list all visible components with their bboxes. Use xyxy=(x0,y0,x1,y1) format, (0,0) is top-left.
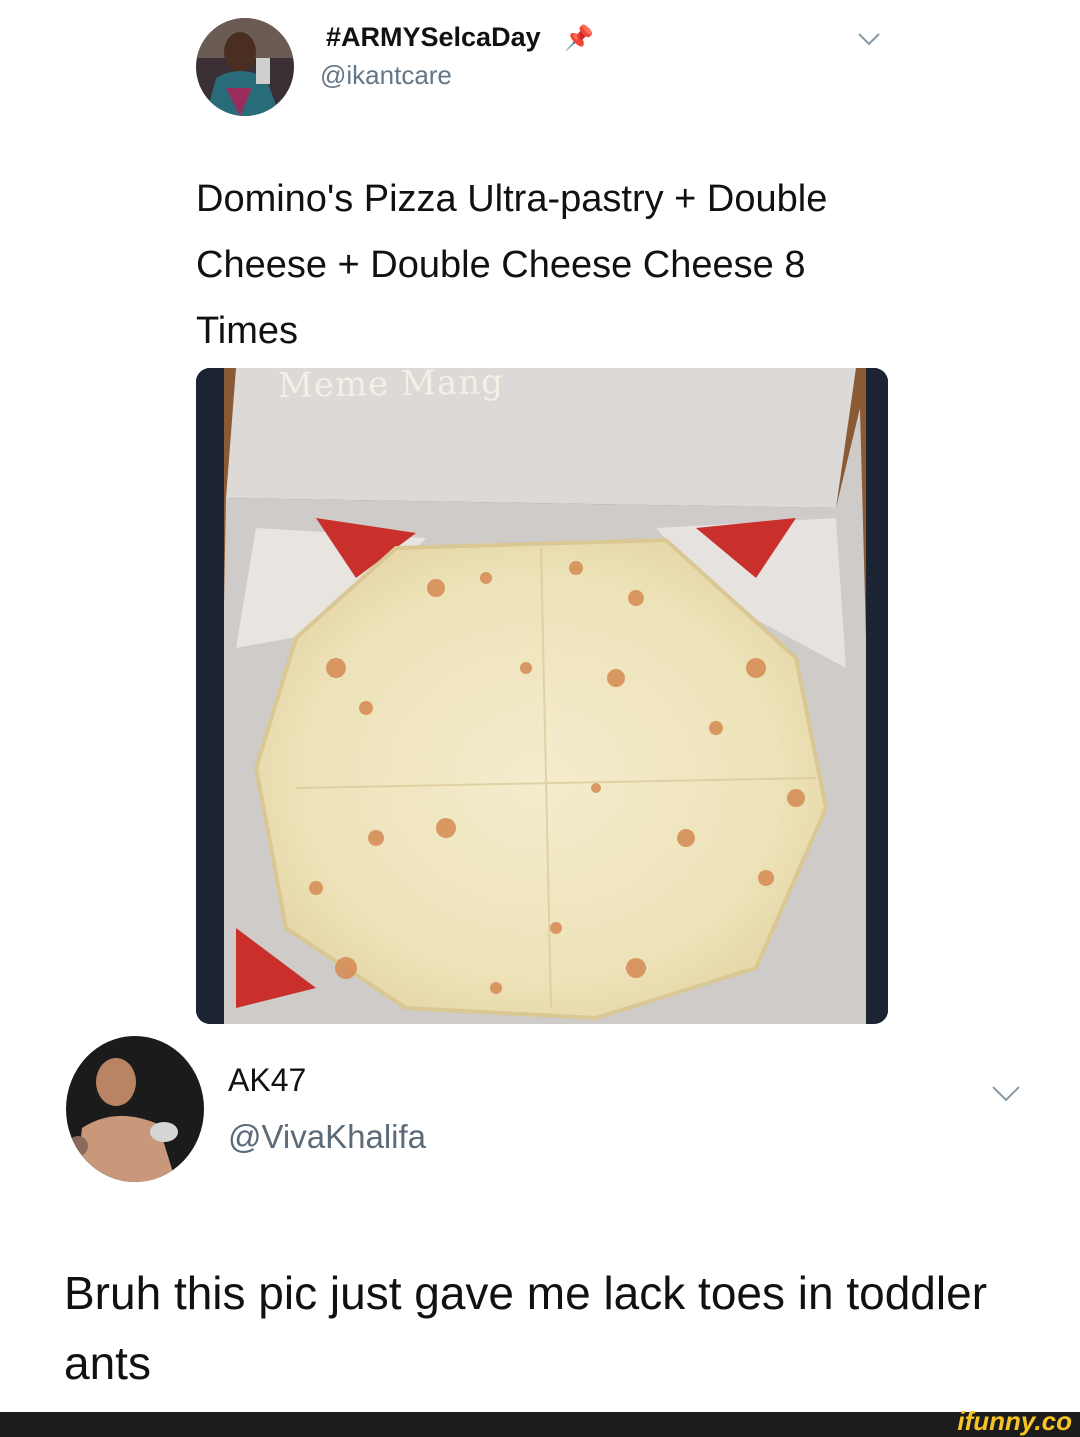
user-handle[interactable]: @ikantcare xyxy=(320,60,452,91)
tweet-text: Domino's Pizza Ultra-pastry + Double Che… xyxy=(196,178,828,352)
image-watermark: Meme Mang xyxy=(277,368,505,406)
avatar[interactable] xyxy=(196,18,294,116)
brand-logo: ifunny.co xyxy=(957,1406,1072,1436)
tweet-image[interactable]: Meme Mang xyxy=(196,368,888,1024)
footer-bar: ifunny.co xyxy=(0,1406,1080,1437)
user-handle[interactable]: @VivaKhalifa xyxy=(228,1118,426,1156)
display-name[interactable]: AK47 xyxy=(228,1062,306,1099)
display-name[interactable]: #ARMYSelcaDay xyxy=(326,22,541,53)
chevron-down-icon[interactable] xyxy=(856,28,882,50)
pushpin-icon: 📌 xyxy=(564,25,594,52)
tweet-text: Bruh this pic just gave me lack toes in … xyxy=(64,1267,988,1389)
chevron-down-icon[interactable] xyxy=(990,1080,1022,1106)
avatar[interactable] xyxy=(66,1036,204,1182)
